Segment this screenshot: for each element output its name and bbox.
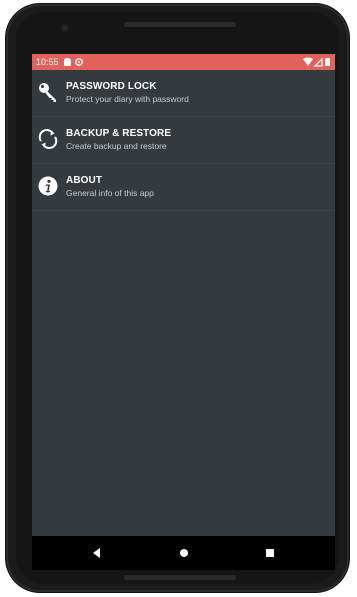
- about-title: ABOUT: [66, 175, 103, 186]
- settings-list: PASSWORD LOCK Protect your diary with pa…: [32, 70, 335, 211]
- password-lock-item[interactable]: PASSWORD LOCK Protect your diary with pa…: [32, 70, 335, 117]
- backup-restore-subtitle: Create backup and restore: [66, 141, 167, 151]
- navigation-bar: [32, 536, 335, 570]
- notification-card-icon: [64, 58, 71, 66]
- phone-frame: 10:55 PASSWORD LOCK Protect your diary w…: [6, 4, 349, 592]
- battery-icon: [325, 58, 330, 66]
- recents-icon[interactable]: [263, 546, 277, 560]
- about-subtitle: General info of this app: [66, 188, 154, 198]
- password-lock-subtitle: Protect your diary with password: [66, 94, 189, 104]
- bottom-speaker: [124, 575, 236, 580]
- sync-icon: [38, 129, 58, 149]
- about-item[interactable]: ABOUT General info of this app: [32, 164, 335, 211]
- status-time: 10:55: [36, 57, 59, 67]
- front-camera: [61, 24, 69, 32]
- wifi-icon: [303, 57, 313, 66]
- status-right-icons: [303, 57, 330, 67]
- status-left-icons: [64, 58, 83, 66]
- backup-restore-title: BACKUP & RESTORE: [66, 128, 172, 139]
- home-icon[interactable]: [177, 546, 191, 560]
- app-screen: 10:55 PASSWORD LOCK Protect your diary w…: [32, 54, 335, 570]
- circle-app-icon: [75, 58, 83, 66]
- key-icon: [39, 83, 56, 102]
- status-bar: 10:55: [32, 54, 335, 70]
- top-speaker: [124, 22, 236, 27]
- back-icon[interactable]: [90, 546, 104, 560]
- backup-restore-item[interactable]: BACKUP & RESTORE Create backup and resto…: [32, 117, 335, 164]
- signal-icon: [313, 57, 323, 67]
- info-icon: [38, 176, 58, 196]
- password-lock-title: PASSWORD LOCK: [66, 81, 157, 92]
